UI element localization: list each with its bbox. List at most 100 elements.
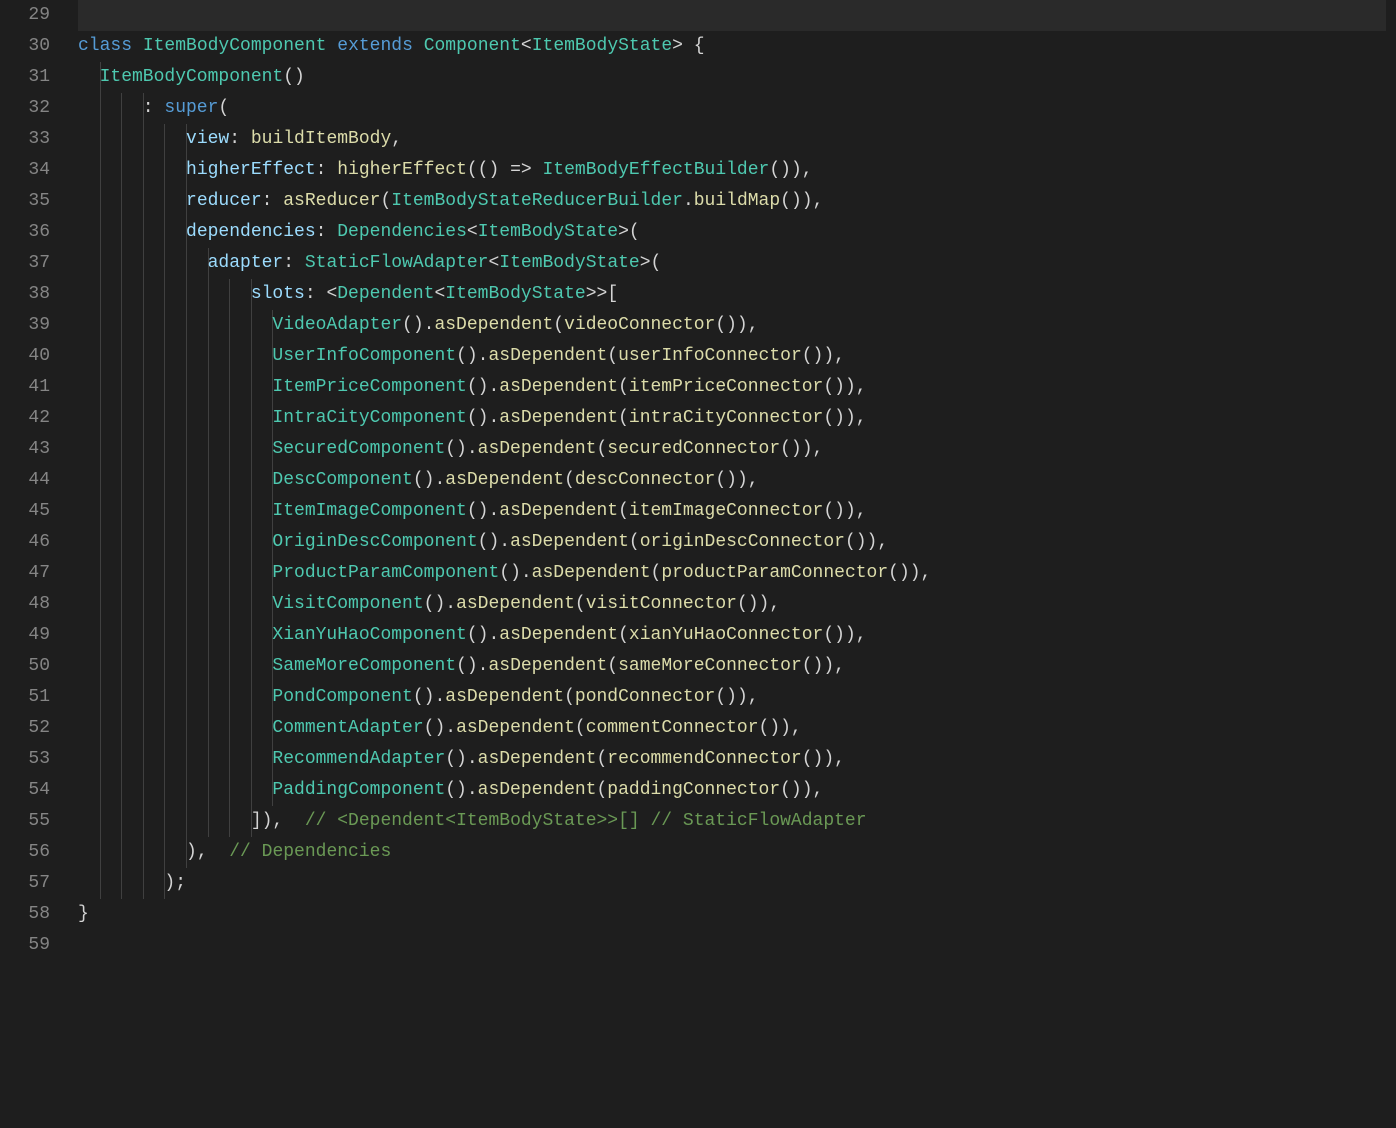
token-fn: xianYuHaoConnector [629,625,823,645]
token-type: StaticFlowAdapter [305,253,489,273]
token-fn: asDependent [510,532,629,552]
code-line[interactable]: higherEffect: higherEffect(() => ItemBod… [78,155,1386,186]
token-pn: ()), [845,532,888,552]
token-pn: . [683,191,694,211]
token-pn: ( [618,625,629,645]
token-fn: asDependent [488,656,607,676]
token-prop: slots [251,284,305,304]
code-line[interactable]: ItemBodyComponent() [78,62,1386,93]
token-pn: (). [467,377,499,397]
token-pn: (). [467,625,499,645]
code-line[interactable]: ItemImageComponent().asDependent(itemIma… [78,496,1386,527]
code-text: OriginDescComponent().asDependent(origin… [78,532,888,552]
code-line[interactable]: CommentAdapter().asDependent(commentConn… [78,713,1386,744]
code-line[interactable]: reducer: asReducer(ItemBodyStateReducerB… [78,186,1386,217]
token-fn: asDependent [499,377,618,397]
token-pn: ()), [715,687,758,707]
token-pn: ( [575,718,586,738]
code-line[interactable]: adapter: StaticFlowAdapter<ItemBodyState… [78,248,1386,279]
token-fn: intraCityConnector [629,408,823,428]
line-number: 56 [0,837,50,868]
line-number: 41 [0,372,50,403]
token-pn: ( [618,408,629,428]
code-line[interactable]: view: buildItemBody, [78,124,1386,155]
token-type: ItemImageComponent [272,501,466,521]
token-fn: asDependent [499,408,618,428]
code-editor[interactable]: 2930313233343536373839404142434445464748… [0,0,1396,1128]
line-number: 46 [0,527,50,558]
code-line[interactable]: SecuredComponent().asDependent(securedCo… [78,434,1386,465]
token-pn: (). [402,315,434,335]
code-line[interactable]: ItemPriceComponent().asDependent(itemPri… [78,372,1386,403]
code-text: ProductParamComponent().asDependent(prod… [78,563,931,583]
token-cmt: // Dependencies [229,842,391,862]
token-type: ItemBodyStateReducerBuilder [391,191,683,211]
code-line[interactable]: IntraCityComponent().asDependent(intraCi… [78,403,1386,434]
code-line[interactable]: PondComponent().asDependent(pondConnecto… [78,682,1386,713]
token-fn: asDependent [456,718,575,738]
line-number: 52 [0,713,50,744]
token-pn: : < [305,284,337,304]
token-pn: (). [413,687,445,707]
token-type: CommentAdapter [272,718,423,738]
code-line[interactable]: OriginDescComponent().asDependent(origin… [78,527,1386,558]
token-type: Dependencies [337,222,467,242]
token-pn: ()), [769,160,812,180]
code-line[interactable]: UserInfoComponent().asDependent(userInfo… [78,341,1386,372]
code-line[interactable]: PaddingComponent().asDependent(paddingCo… [78,775,1386,806]
code-line[interactable]: SameMoreComponent().asDependent(sameMore… [78,651,1386,682]
line-number-gutter: 2930313233343536373839404142434445464748… [0,0,78,1128]
code-line[interactable]: class ItemBodyComponent extends Componen… [78,31,1386,62]
token-fn: videoConnector [564,315,715,335]
token-pn: ()), [888,563,931,583]
line-number: 31 [0,62,50,93]
code-text: DescComponent().asDependent(descConnecto… [78,470,759,490]
code-line[interactable]: dependencies: Dependencies<ItemBodyState… [78,217,1386,248]
code-text: slots: <Dependent<ItemBodyState>>[ [78,284,618,304]
token-fn: originDescConnector [640,532,845,552]
token-pn: ()), [802,656,845,676]
code-line[interactable]: VisitComponent().asDependent(visitConnec… [78,589,1386,620]
line-number: 40 [0,341,50,372]
code-line[interactable] [78,930,1386,961]
code-text: adapter: StaticFlowAdapter<ItemBodyState… [78,253,661,273]
token-type: Dependent [337,284,434,304]
token-pn: ()), [823,408,866,428]
code-line[interactable]: } [78,899,1386,930]
token-fn: pondConnector [575,687,715,707]
code-line[interactable]: : super( [78,93,1386,124]
line-number: 50 [0,651,50,682]
code-area[interactable]: class ItemBodyComponent extends Componen… [78,0,1396,1128]
line-number: 37 [0,248,50,279]
token-pn: ]), [251,811,305,831]
token-pn: ( [607,346,618,366]
code-line[interactable]: ]), // <Dependent<ItemBodyState>>[] // S… [78,806,1386,837]
code-line[interactable]: DescComponent().asDependent(descConnecto… [78,465,1386,496]
token-type: ItemBodyState [478,222,618,242]
token-fn: itemPriceConnector [629,377,823,397]
line-number: 54 [0,775,50,806]
token-pn: >>[ [586,284,618,304]
line-number: 53 [0,744,50,775]
code-line[interactable]: ); [78,868,1386,899]
token-pn: } [78,904,89,924]
line-number: 36 [0,217,50,248]
code-line[interactable]: ), // Dependencies [78,837,1386,868]
code-line[interactable]: VideoAdapter().asDependent(videoConnecto… [78,310,1386,341]
code-line[interactable]: XianYuHaoComponent().asDependent(xianYuH… [78,620,1386,651]
token-pn: ( [596,780,607,800]
line-number: 38 [0,279,50,310]
token-fn: commentConnector [586,718,759,738]
token-fn: descConnector [575,470,715,490]
code-line[interactable]: slots: <Dependent<ItemBodyState>>[ [78,279,1386,310]
code-line[interactable]: ProductParamComponent().asDependent(prod… [78,558,1386,589]
code-text: higherEffect: higherEffect(() => ItemBod… [78,160,813,180]
token-pn: (). [424,594,456,614]
code-line[interactable] [78,0,1386,31]
code-line[interactable]: RecommendAdapter().asDependent(recommend… [78,744,1386,775]
token-type: SameMoreComponent [272,656,456,676]
token-pn: < [521,36,532,56]
line-number: 29 [0,0,50,31]
token-pn: ( [218,98,229,118]
token-pn: (). [445,780,477,800]
